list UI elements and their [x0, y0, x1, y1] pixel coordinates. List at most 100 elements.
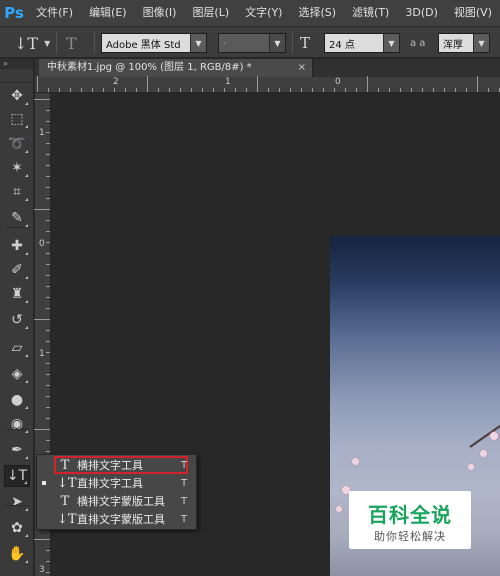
- flyout-indicator: [25, 174, 28, 177]
- flyout-item[interactable]: T 横排文字工具 T: [37, 456, 196, 474]
- font-size-value: 24 点: [329, 39, 355, 51]
- brush-tool[interactable]: ✐: [4, 259, 30, 281]
- flyout-indicator: [25, 102, 28, 105]
- eraser-tool[interactable]: ▱: [4, 337, 30, 359]
- chevron-down-icon: ▼: [473, 34, 489, 52]
- shortcut-key: T: [181, 477, 188, 489]
- ruler-tick: [180, 88, 181, 92]
- healing-brush-tool[interactable]: ✚: [4, 235, 30, 257]
- document-tab[interactable]: 中秋素材1.jpg @ 100% (图层 1, RGB/8#) * ×: [39, 59, 313, 77]
- ruler-tick: [46, 561, 50, 562]
- watermark-logo: 百科全说 助你轻松解决: [349, 491, 471, 549]
- type-tool-icon: ↓T: [57, 511, 77, 527]
- watermark-subtitle: 助你轻松解决: [374, 530, 446, 543]
- ruler-label: 0: [39, 239, 45, 249]
- font-family-select[interactable]: Adobe 黑体 Std ▼: [101, 33, 207, 53]
- toolbox-divider: [5, 429, 29, 430]
- blur-tool[interactable]: ●: [4, 389, 30, 411]
- flyout-indicator: [25, 380, 28, 383]
- menu-3d[interactable]: 3D(D): [397, 0, 446, 26]
- ruler-tick: [213, 88, 214, 92]
- hand-tool[interactable]: ✋: [4, 543, 30, 565]
- ruler-tick: [46, 220, 50, 221]
- chevron-down-icon: ▼: [269, 34, 285, 52]
- flyout-item-label: 横排文字蒙版工具: [77, 495, 165, 508]
- ruler-tick: [46, 132, 50, 133]
- flyout-item[interactable]: ↓T 直排文字工具 T: [37, 474, 196, 492]
- history-brush-tool[interactable]: ↺: [4, 309, 30, 331]
- ruler-tick: [46, 242, 50, 243]
- flyout-indicator: [25, 508, 28, 511]
- ruler-tick: [158, 88, 159, 92]
- font-style-select[interactable]: - ▼: [218, 33, 286, 53]
- ruler-tick: [202, 88, 203, 92]
- ruler-tick: [224, 88, 225, 92]
- ruler-tick: [70, 88, 71, 92]
- toolbox-grip[interactable]: [0, 69, 33, 83]
- ruler-tick: [46, 198, 50, 199]
- font-size-select[interactable]: 24 点 ▼: [324, 33, 400, 53]
- menu-select[interactable]: 选择(S): [290, 0, 344, 26]
- ruler-tick: [312, 88, 313, 92]
- ruler-tick: [334, 88, 335, 92]
- lasso-tool[interactable]: ➰: [4, 133, 30, 155]
- paint-bucket-tool[interactable]: ◈: [4, 363, 30, 385]
- menu-filter[interactable]: 滤镜(T): [344, 0, 397, 26]
- shortcut-key: T: [181, 495, 188, 507]
- clone-stamp-tool[interactable]: ♜: [4, 283, 30, 305]
- ruler-tick: [46, 352, 50, 353]
- toolbox-divider: [5, 505, 29, 506]
- flyout-item[interactable]: ↓T 直排文字蒙版工具 T: [37, 510, 196, 528]
- ruler-tick: [46, 154, 50, 155]
- dodge-tool[interactable]: ◉: [4, 413, 30, 435]
- shortcut-key: T: [181, 459, 188, 471]
- watermark-title: 百科全说: [368, 503, 452, 527]
- marquee-tool[interactable]: ⬚: [4, 108, 30, 130]
- flyout-indicator: [25, 560, 28, 563]
- ruler-tick: [46, 176, 50, 177]
- horizontal-ruler[interactable]: 2 1 0: [35, 76, 500, 93]
- ruler-tick: [46, 308, 50, 309]
- ruler-tick: [46, 418, 50, 419]
- ruler-tick: [455, 88, 456, 92]
- ruler-tick: [169, 88, 170, 92]
- menu-image[interactable]: 图像(I): [135, 0, 185, 26]
- flyout-indicator: [25, 150, 28, 153]
- ruler-tick: [444, 88, 445, 92]
- ruler-tick: [34, 99, 50, 100]
- toggle-orientation-button[interactable]: T: [66, 27, 77, 59]
- ruler-tick: [400, 88, 401, 92]
- type-tool[interactable]: ↓T: [4, 465, 30, 487]
- toolbox-collapse[interactable]: »: [0, 59, 33, 69]
- tool-preset-picker[interactable]: ↓T ▼: [14, 27, 50, 59]
- vertical-type-icon: ↓T: [14, 33, 39, 53]
- pen-tool[interactable]: ✒: [4, 439, 30, 461]
- ruler-tick: [46, 330, 50, 331]
- chevron-down-icon: ▼: [190, 34, 206, 52]
- ruler-tick: [46, 451, 50, 452]
- toolbox-divider: [5, 227, 29, 228]
- ruler-tick: [46, 385, 50, 386]
- ruler-tick: [466, 88, 467, 92]
- crop-tool[interactable]: ⌗: [4, 181, 30, 203]
- menu-edit[interactable]: 编辑(E): [81, 0, 135, 26]
- ruler-tick: [356, 88, 357, 92]
- ruler-tick: [136, 88, 137, 92]
- menu-layer[interactable]: 图层(L): [184, 0, 237, 26]
- eyedropper-tool[interactable]: ✎: [4, 207, 30, 229]
- shape-tool[interactable]: ✿: [4, 517, 30, 539]
- menu-type[interactable]: 文字(Y): [237, 0, 290, 26]
- magic-wand-tool[interactable]: ✶: [4, 157, 30, 179]
- antialias-select[interactable]: 浑厚 ▼: [438, 33, 490, 53]
- ruler-label: 2: [113, 77, 119, 87]
- ruler-tick: [46, 264, 50, 265]
- menu-file[interactable]: 文件(F): [28, 0, 81, 26]
- menu-view[interactable]: 视图(V): [446, 0, 500, 26]
- ruler-tick: [46, 297, 50, 298]
- flyout-item-label: 直排文字工具: [77, 477, 143, 490]
- close-icon[interactable]: ×: [298, 59, 306, 77]
- path-selection-tool[interactable]: ➤: [4, 491, 30, 513]
- move-tool[interactable]: ✥: [4, 85, 30, 107]
- ruler-tick: [46, 572, 50, 573]
- flyout-item[interactable]: T 横排文字蒙版工具 T: [37, 492, 196, 510]
